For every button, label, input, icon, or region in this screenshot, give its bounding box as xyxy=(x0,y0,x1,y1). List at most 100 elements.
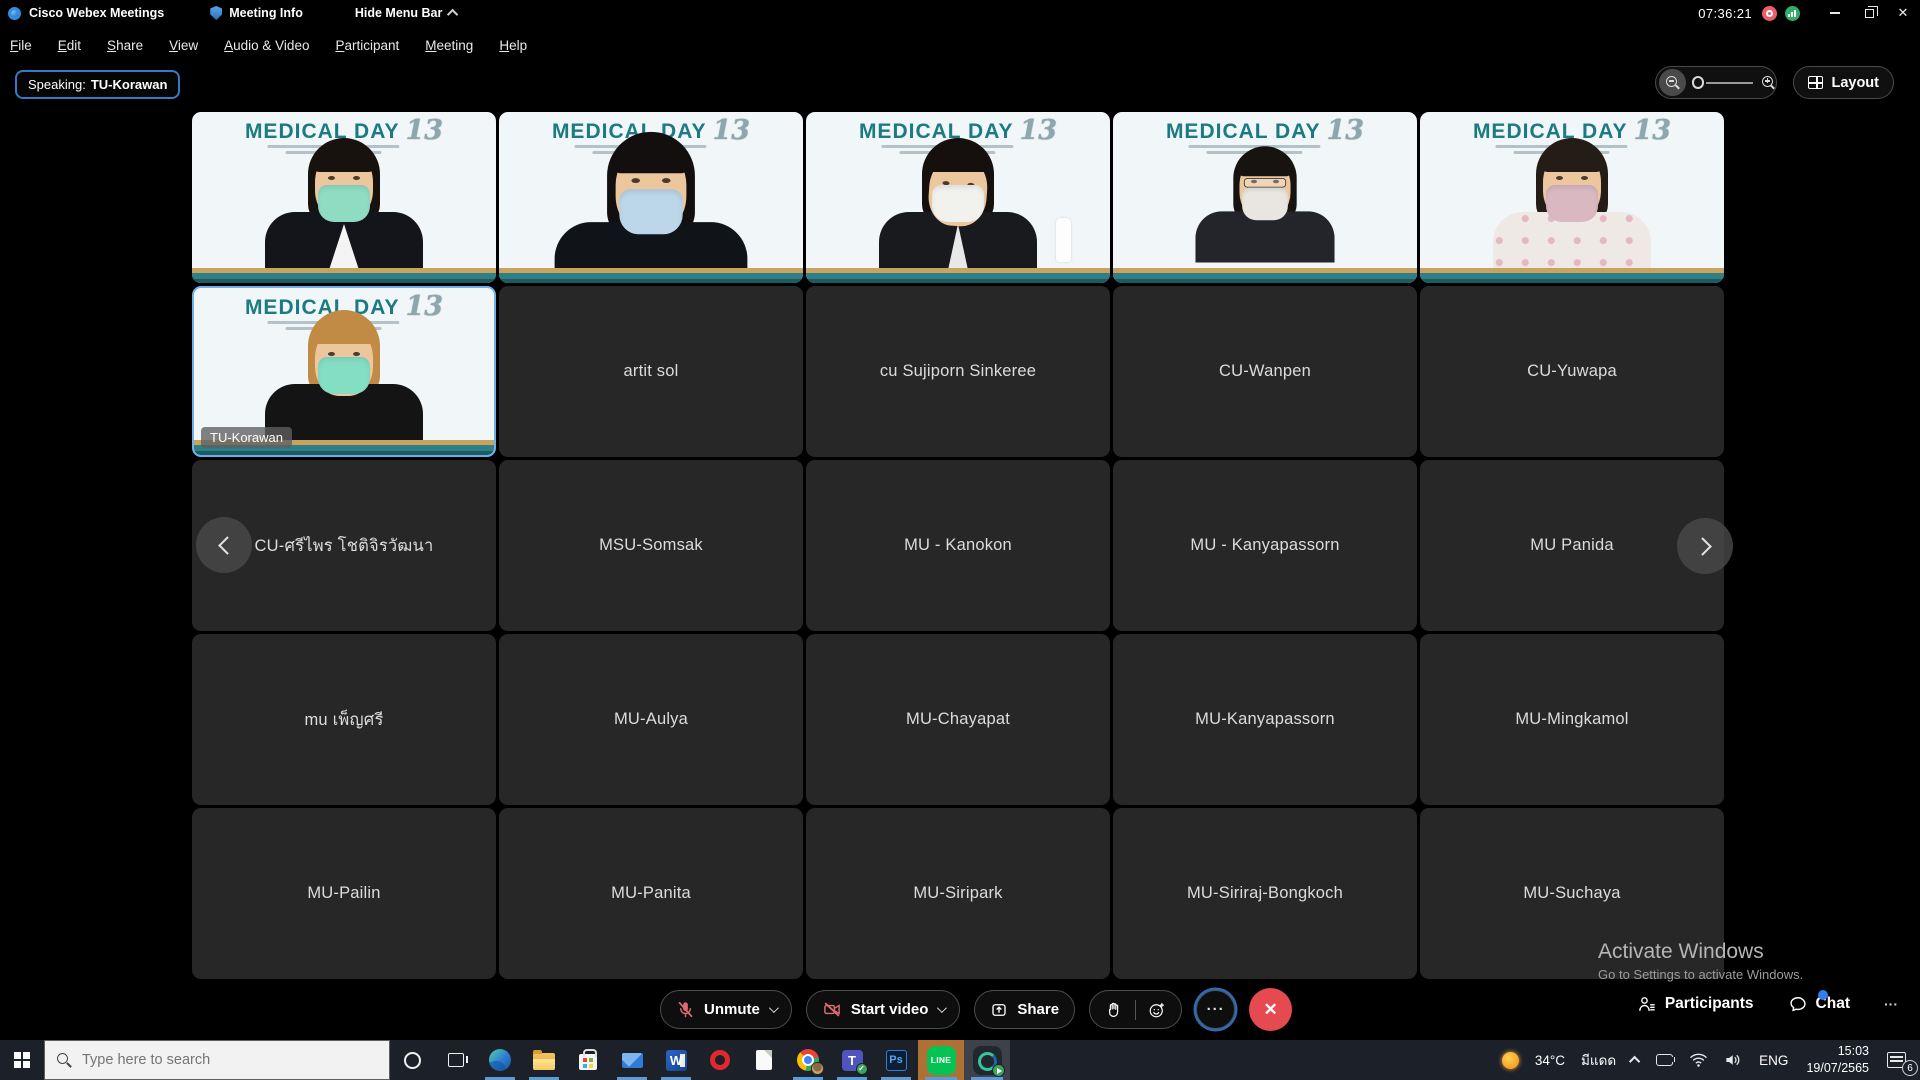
taskbar-webex-active[interactable] xyxy=(964,1040,1010,1080)
table-edge xyxy=(806,268,1110,283)
chevron-up-icon[interactable] xyxy=(447,9,458,20)
taskbar-teams[interactable]: T✓ xyxy=(830,1040,874,1080)
participant-tile-video[interactable]: MEDICAL DAY 13 xyxy=(806,112,1110,283)
taskbar-store[interactable] xyxy=(566,1040,610,1080)
close-button[interactable]: ✕ xyxy=(1886,0,1920,26)
teams-status-check-icon: ✓ xyxy=(856,1063,868,1075)
taskbar-mail[interactable] xyxy=(610,1040,654,1080)
taskbar-word[interactable]: W xyxy=(654,1040,698,1080)
chevron-down-icon[interactable] xyxy=(769,1003,779,1013)
share-button[interactable]: Share xyxy=(974,990,1075,1029)
previous-page-button[interactable] xyxy=(196,517,252,573)
menu-meeting[interactable]: Meeting xyxy=(425,38,473,53)
task-view-icon xyxy=(448,1053,464,1067)
participant-tile[interactable]: MU-Chayapat xyxy=(806,634,1110,805)
participant-tile[interactable]: CU-Wanpen xyxy=(1113,286,1417,457)
system-tray: 34°C มีแดด ENG 15:03 19/07/2565 xyxy=(1494,1040,1920,1080)
connect-display-button[interactable] xyxy=(1648,1040,1681,1080)
participant-tile[interactable]: MU-Aulya xyxy=(499,634,803,805)
taskbar-photoshop[interactable]: Ps xyxy=(874,1040,918,1080)
taskbar-line-active[interactable]: LINE xyxy=(918,1040,964,1080)
participant-tile[interactable]: MU-Mingkamol xyxy=(1420,634,1724,805)
photoshop-icon: Ps xyxy=(886,1050,907,1071)
tray-expand-button[interactable] xyxy=(1624,1040,1648,1080)
unmute-button[interactable]: Unmute xyxy=(660,990,792,1029)
leave-meeting-button[interactable]: ✕ xyxy=(1249,988,1292,1031)
participant-name: MU-Aulya xyxy=(604,710,698,729)
participants-icon xyxy=(1637,994,1657,1014)
restore-button[interactable] xyxy=(1852,0,1886,26)
participant-tile[interactable]: MU-Pailin xyxy=(192,808,496,979)
next-page-button[interactable] xyxy=(1677,518,1733,574)
participant-video-figure xyxy=(259,144,429,270)
participants-button[interactable]: Participants xyxy=(1637,994,1754,1014)
network-button[interactable] xyxy=(1681,1040,1716,1080)
minimize-button[interactable] xyxy=(1818,0,1852,26)
menu-participant[interactable]: Participant xyxy=(335,38,399,53)
participant-tile-video[interactable]: MEDICAL DAY 13 xyxy=(499,112,803,283)
menu-help[interactable]: Help xyxy=(499,38,527,53)
zoom-out-button[interactable] xyxy=(1659,69,1685,96)
cortana-button[interactable] xyxy=(390,1040,434,1080)
start-video-button[interactable]: Start video xyxy=(806,990,961,1029)
participant-tile[interactable]: MU-Panita xyxy=(499,808,803,979)
volume-button[interactable] xyxy=(1716,1040,1751,1080)
more-options-button[interactable]: ··· xyxy=(1196,990,1235,1029)
leave-x-icon: ✕ xyxy=(1263,1000,1277,1020)
taskbar-notepad[interactable] xyxy=(742,1040,786,1080)
menu-audio-video[interactable]: Audio & Video xyxy=(224,38,309,53)
zoom-slider[interactable] xyxy=(1655,66,1777,99)
participant-name: MU-Mingkamol xyxy=(1505,710,1638,729)
participant-tile[interactable]: CU-Yuwapa xyxy=(1420,286,1724,457)
participant-tile[interactable]: MU - Kanyapassorn xyxy=(1113,460,1417,631)
participant-tile[interactable]: MU-Kanyapassorn xyxy=(1113,634,1417,805)
weather-icon-cell[interactable] xyxy=(1494,1040,1527,1080)
reactions-smiley-icon[interactable] xyxy=(1148,1001,1166,1019)
participant-tile[interactable]: artit sol xyxy=(499,286,803,457)
action-center-button[interactable]: 6 xyxy=(1879,1040,1920,1080)
participant-tile[interactable]: MU-Siripark xyxy=(806,808,1110,979)
overflow-menu-button[interactable]: ··· xyxy=(1884,996,1898,1012)
taskbar-edge[interactable] xyxy=(478,1040,522,1080)
participant-tile-video[interactable]: MEDICAL DAY 13 xyxy=(192,112,496,283)
participant-tile[interactable]: MU-Siriraj-Bongkoch xyxy=(1113,808,1417,979)
chat-icon xyxy=(1788,994,1808,1014)
start-button[interactable] xyxy=(0,1040,44,1080)
camera-off-icon xyxy=(822,1000,842,1019)
overflow-dots-icon: ··· xyxy=(1884,996,1898,1012)
menu-view[interactable]: View xyxy=(169,38,198,53)
zoom-in-button[interactable] xyxy=(1761,75,1777,91)
task-view-button[interactable] xyxy=(434,1040,478,1080)
raise-hand-icon[interactable] xyxy=(1105,1001,1123,1019)
participant-tile[interactable]: cu Sujiporn Sinkeree xyxy=(806,286,1110,457)
meeting-info-shield-icon xyxy=(210,6,222,20)
taskbar-search[interactable] xyxy=(44,1040,390,1080)
participant-tile-video[interactable]: MEDICAL DAY 13 xyxy=(1420,112,1724,283)
taskbar-file-explorer[interactable] xyxy=(522,1040,566,1080)
zoom-slider-handle[interactable] xyxy=(1692,76,1705,89)
menu-share[interactable]: Share xyxy=(107,38,143,53)
menu-file[interactable]: File xyxy=(10,38,32,53)
participant-tile[interactable]: mu เพ็ญศรี xyxy=(192,634,496,805)
participant-tile-active-speaker[interactable]: MEDICAL DAY 13 TU-Korawan xyxy=(192,286,496,457)
language-indicator[interactable]: ENG xyxy=(1751,1040,1796,1080)
meeting-info-button[interactable]: Meeting Info xyxy=(229,6,303,20)
participant-name: MU Panida xyxy=(1520,536,1623,555)
participant-tile-video[interactable]: MEDICAL DAY 13 xyxy=(1113,112,1417,283)
participant-name: MU-Pailin xyxy=(297,884,390,903)
zoom-slider-track[interactable] xyxy=(1706,82,1753,84)
banner-logo: 13 xyxy=(405,296,443,318)
taskbar-opera[interactable] xyxy=(698,1040,742,1080)
menu-edit[interactable]: Edit xyxy=(58,38,81,53)
weather-text[interactable]: มีแดด xyxy=(1573,1040,1624,1080)
clock[interactable]: 15:03 19/07/2565 xyxy=(1796,1043,1879,1077)
taskbar-chrome[interactable] xyxy=(786,1040,830,1080)
hide-menu-bar-button[interactable]: Hide Menu Bar xyxy=(355,6,443,20)
participant-tile[interactable]: MSU-Somsak xyxy=(499,460,803,631)
layout-button[interactable]: Layout xyxy=(1793,66,1894,99)
chevron-down-icon[interactable] xyxy=(937,1003,947,1013)
search-input[interactable] xyxy=(82,1052,377,1068)
temperature[interactable]: 34°C xyxy=(1527,1040,1573,1080)
participant-tile[interactable]: MU - Kanokon xyxy=(806,460,1110,631)
webex-window: Cisco Webex Meetings Meeting Info Hide M… xyxy=(0,0,1920,1080)
